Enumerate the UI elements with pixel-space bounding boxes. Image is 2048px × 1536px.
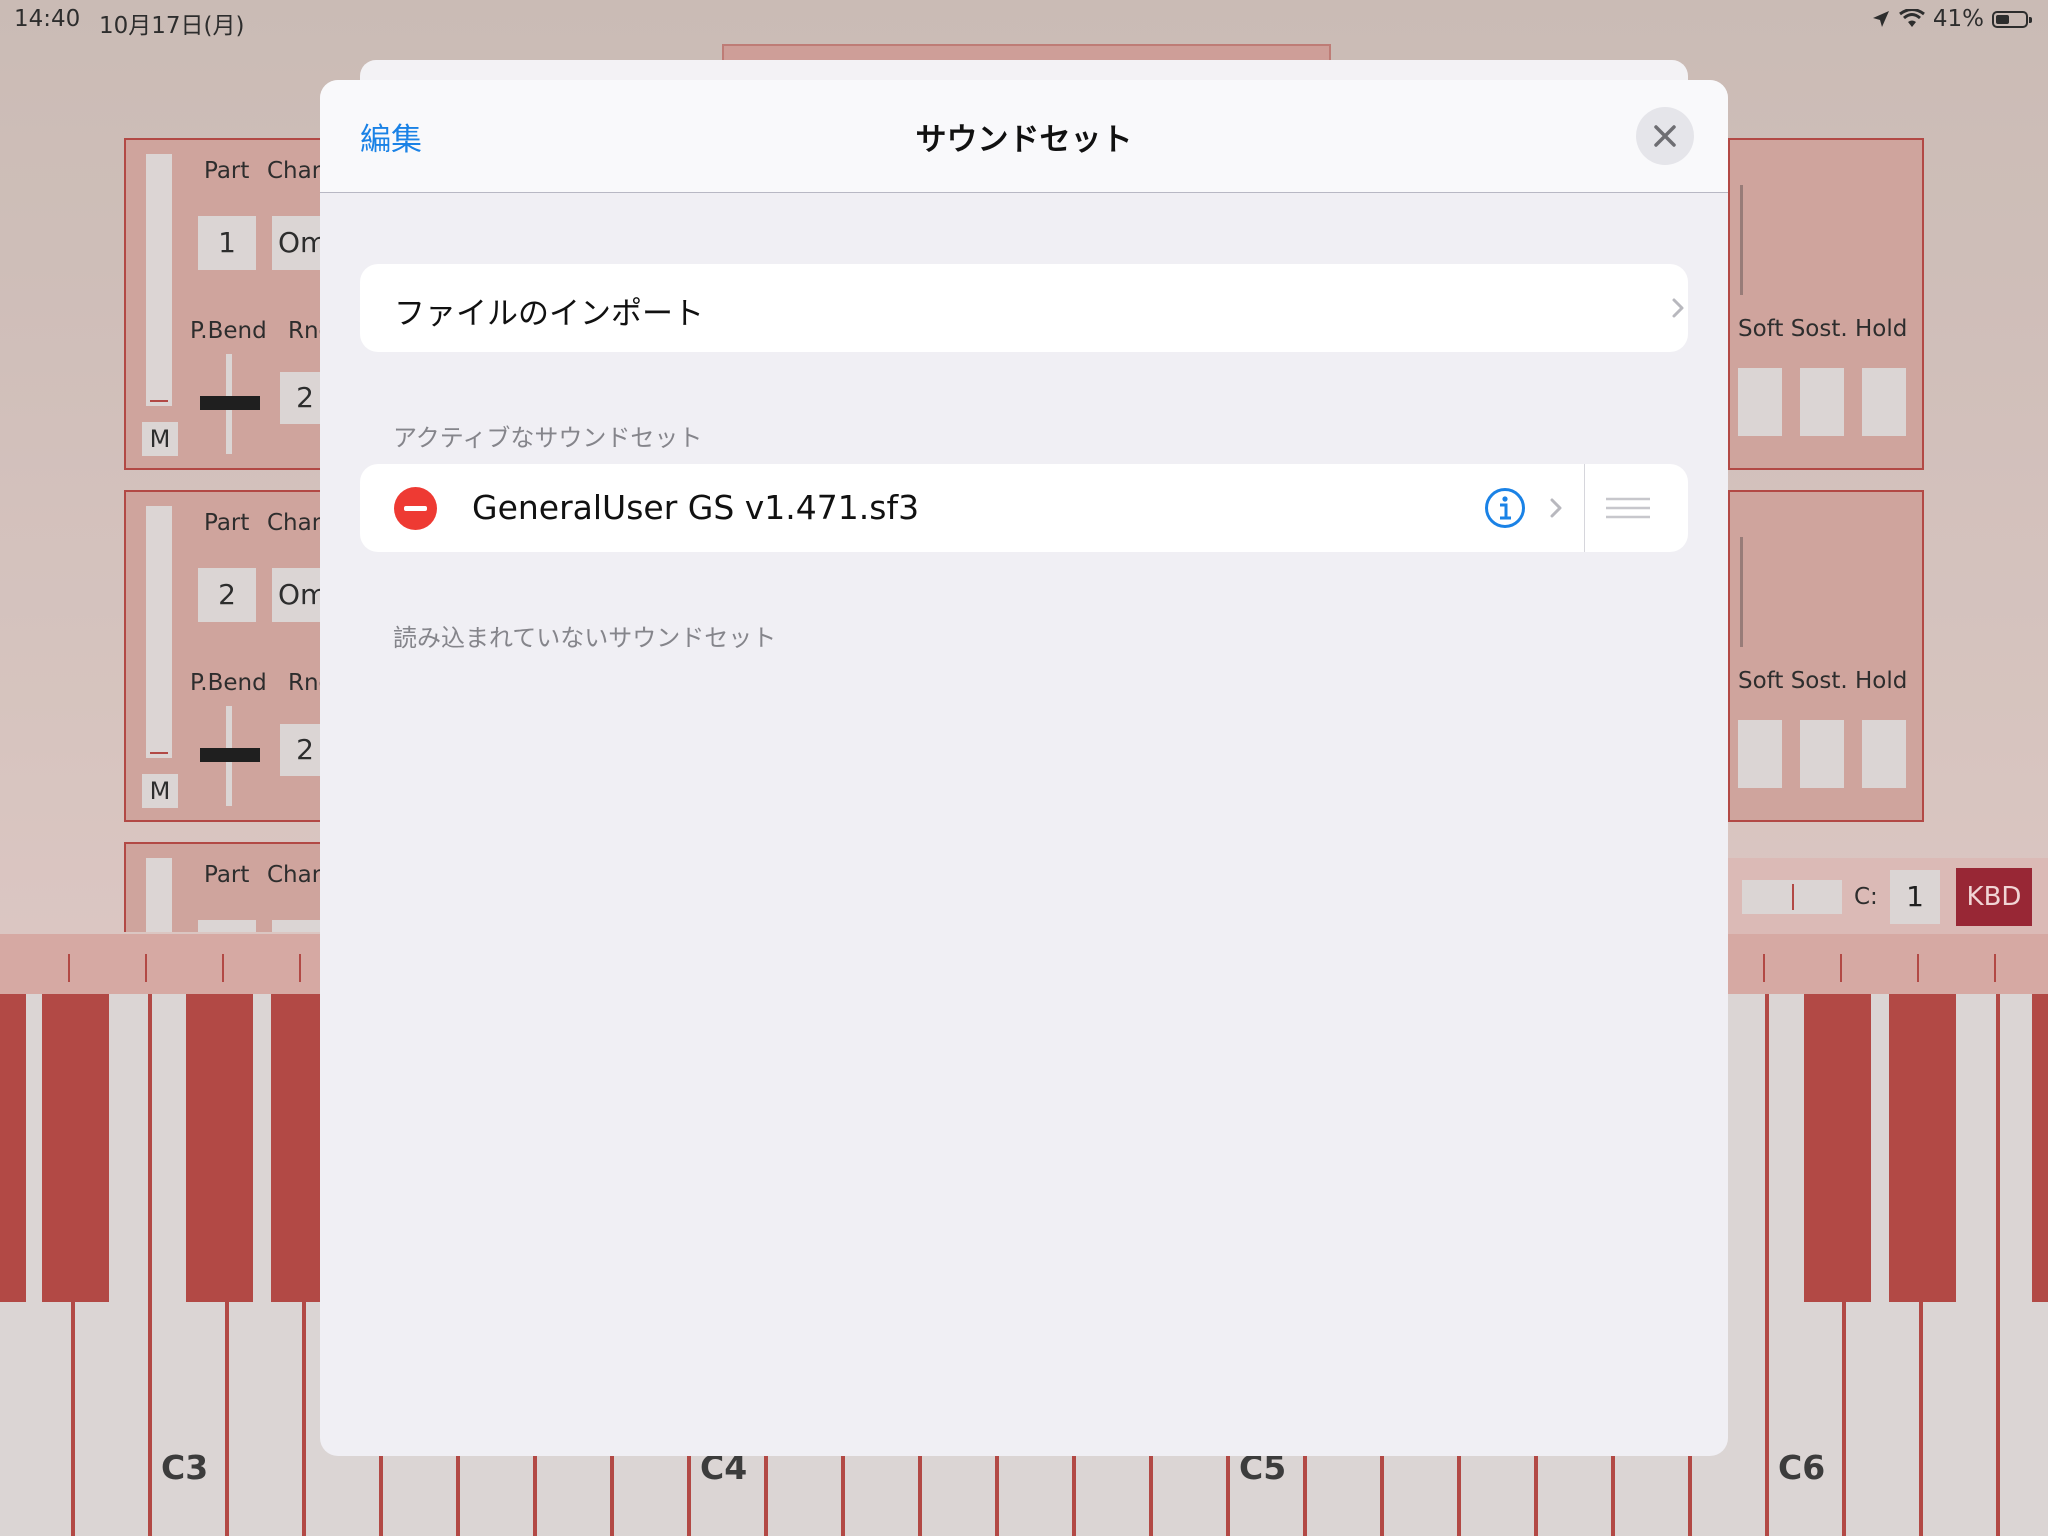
import-file-label: ファイルのインポート bbox=[394, 296, 704, 332]
row-divider bbox=[1584, 464, 1585, 552]
close-icon bbox=[1654, 125, 1676, 147]
reorder-handle-icon[interactable] bbox=[1606, 496, 1650, 520]
app-background: 14:40 10月17日(月) 41% M Part Chan 1 Om P.B… bbox=[0, 0, 2048, 1536]
chevron-right-icon bbox=[1672, 298, 1684, 318]
chevron-right-icon[interactable] bbox=[1549, 497, 1563, 519]
info-icon[interactable] bbox=[1484, 487, 1526, 529]
import-file-row[interactable]: ファイルのインポート bbox=[360, 264, 1688, 352]
soundset-modal: 編集 サウンドセット ファイルのインポート アクティブなサウンドセット Gene… bbox=[320, 80, 1728, 1456]
close-button[interactable] bbox=[1636, 107, 1694, 165]
modal-nav-bar: 編集 サウンドセット bbox=[320, 80, 1728, 193]
delete-minus-icon[interactable] bbox=[394, 487, 437, 530]
inactive-section-header: 読み込まれていないサウンドセット bbox=[393, 624, 777, 652]
soundset-name: GeneralUser GS v1.471.sf3 bbox=[472, 488, 920, 527]
active-section-header: アクティブなサウンドセット bbox=[393, 424, 703, 452]
soundset-row[interactable]: GeneralUser GS v1.471.sf3 bbox=[360, 464, 1688, 552]
modal-title: サウンドセット bbox=[915, 122, 1133, 158]
